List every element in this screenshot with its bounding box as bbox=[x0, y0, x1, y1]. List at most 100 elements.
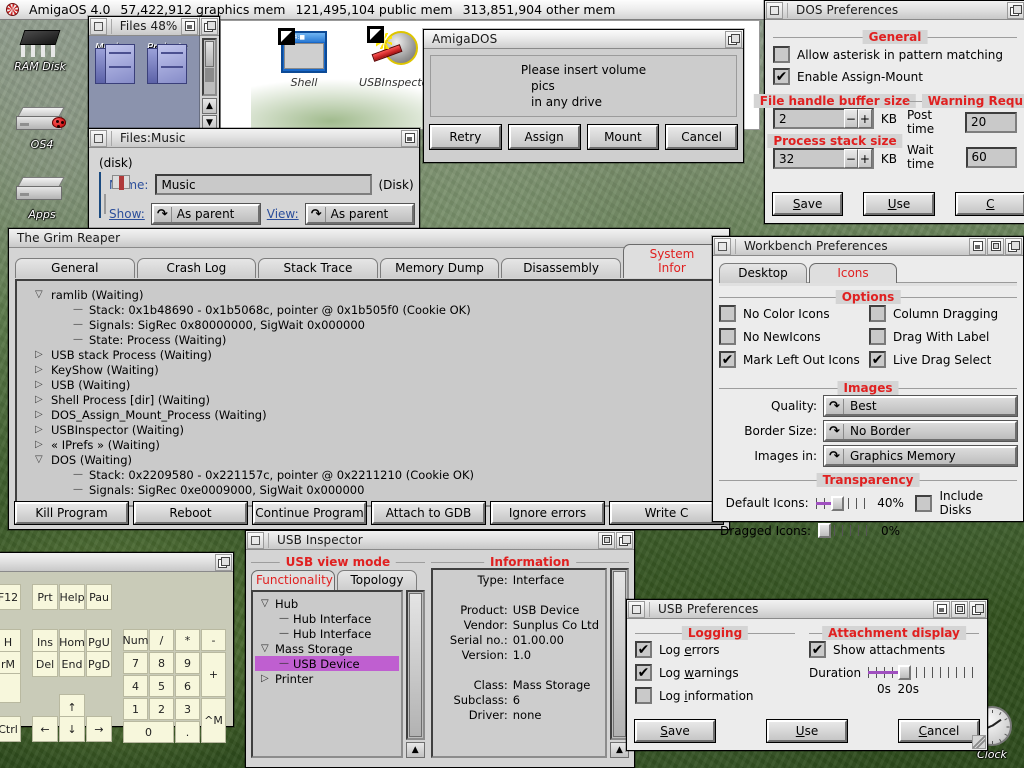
usb-inspector-titlebar[interactable]: USB Inspector bbox=[246, 531, 634, 550]
keyshow-key[interactable] bbox=[0, 673, 21, 703]
depth-gadget[interactable] bbox=[215, 554, 232, 571]
keyshow-key[interactable]: Del bbox=[32, 651, 58, 677]
cancel-button[interactable]: C bbox=[956, 193, 1024, 215]
tab-system-info[interactable]: System Infor bbox=[623, 244, 721, 278]
include-disks-checkbox[interactable] bbox=[915, 495, 932, 512]
tree-expand-open-icon[interactable]: ▽ bbox=[261, 598, 275, 609]
close-gadget[interactable] bbox=[714, 238, 731, 255]
image-setting-cycle-gadget[interactable]: ↷Graphics Memory bbox=[824, 446, 1017, 466]
process-tree-row[interactable]: —Signals: SigRec 0xe0009000, SigWait 0x0… bbox=[21, 482, 717, 497]
tree-expand-open-icon[interactable]: ▽ bbox=[35, 289, 51, 300]
usb-device-tree[interactable]: ▽Hub—Hub Interface—Hub Interface▽Mass St… bbox=[251, 590, 403, 758]
dragged-icons-slider[interactable] bbox=[818, 523, 874, 538]
option-row[interactable]: ✔Mark Left Out Icons bbox=[719, 351, 869, 368]
scrollbar-knob[interactable] bbox=[205, 41, 214, 67]
process-tree-row[interactable]: ▷DOS_Assign_Mount_Process (Waiting) bbox=[21, 407, 717, 422]
window-amigados-requester[interactable]: AmigaDOS Please insert volume pics in an… bbox=[423, 29, 744, 163]
workbench-prefs-titlebar[interactable]: Workbench Preferences bbox=[713, 237, 1023, 256]
tab-icons[interactable]: Icons bbox=[809, 263, 897, 283]
post-time-input[interactable]: 20 bbox=[965, 112, 1017, 133]
continue-program-button[interactable]: Continue Program bbox=[253, 502, 366, 524]
option-row[interactable]: No NewIcons bbox=[719, 328, 869, 345]
tree-expand-closed-icon[interactable]: ▷ bbox=[35, 394, 51, 405]
usb-view-tabbar[interactable]: Functionality Topology bbox=[251, 567, 425, 589]
usb-tree-row[interactable]: —USB Device bbox=[255, 656, 399, 671]
keyshow-key[interactable]: ← bbox=[32, 716, 58, 742]
reboot-button[interactable]: Reboot bbox=[134, 502, 247, 524]
process-stack-input[interactable]: 32 − + bbox=[773, 148, 874, 169]
option-checkbox[interactable]: ✔ bbox=[869, 351, 886, 368]
tab-disassembly[interactable]: Disassembly bbox=[501, 258, 621, 278]
desktop-icon-ram-disk[interactable]: RAM Disk bbox=[2, 28, 78, 73]
logging-option-row[interactable]: ✔Log warnings bbox=[635, 664, 795, 681]
keyshow-key[interactable]: 6 bbox=[175, 675, 200, 697]
image-setting-cycle-gadget[interactable]: ↷Best bbox=[824, 396, 1017, 416]
window-usb-preferences[interactable]: USB Preferences Logging ✔Log errors✔Log … bbox=[626, 599, 988, 751]
keyshow-key[interactable]: 9 bbox=[175, 652, 200, 674]
files-icon-projects[interactable]: Projects bbox=[147, 42, 187, 53]
process-tree-row[interactable]: —Stack: 0x2209580 - 0x221157c, pointer @… bbox=[21, 467, 717, 482]
keyshow-key[interactable]: 4 bbox=[123, 675, 148, 697]
tree-expand-closed-icon[interactable]: ▷ bbox=[35, 364, 51, 375]
retry-button[interactable]: Retry bbox=[430, 125, 501, 149]
tab-memory-dump[interactable]: Memory Dump bbox=[380, 258, 500, 278]
keyshow-key[interactable]: F12 bbox=[0, 584, 21, 610]
depth-gadget[interactable] bbox=[1007, 2, 1024, 19]
keyshow-key[interactable]: End bbox=[59, 651, 85, 677]
files-scrollbar-column[interactable]: ▲ ▼ bbox=[200, 16, 220, 136]
logging-option-checkbox[interactable] bbox=[635, 687, 652, 704]
option-checkbox[interactable] bbox=[719, 305, 736, 322]
process-tree-row[interactable]: ▽DOS (Waiting) bbox=[21, 452, 717, 467]
iconify-gadget[interactable] bbox=[969, 238, 986, 255]
keyshow-key[interactable]: PgD bbox=[86, 651, 112, 677]
amiga-boing-ball-icon[interactable] bbox=[6, 3, 19, 16]
process-tree-row[interactable]: —Stack: 0x1b48690 - 0x1b5068c, pointer @… bbox=[21, 302, 717, 317]
files-titlebar[interactable]: Files 48% full, bbox=[89, 17, 217, 36]
tree-expand-closed-icon[interactable]: ▷ bbox=[35, 379, 51, 390]
close-gadget[interactable] bbox=[90, 130, 107, 147]
process-tree-row[interactable]: —State: Process (Waiting) bbox=[21, 332, 717, 347]
file-handle-increment-button[interactable]: + bbox=[858, 109, 872, 128]
tree-expand-open-icon[interactable]: ▽ bbox=[35, 454, 51, 465]
slider-knob[interactable] bbox=[818, 523, 831, 538]
logging-option-row[interactable]: Log information bbox=[635, 687, 795, 704]
option-checkbox[interactable]: ✔ bbox=[719, 351, 736, 368]
keyshow-key[interactable]: Help bbox=[59, 584, 85, 610]
tab-desktop[interactable]: Desktop bbox=[719, 263, 807, 283]
window-files-music[interactable]: Files:Music (disk) Name: Music (Disk) Sh… bbox=[88, 128, 420, 234]
file-handle-buffer-input[interactable]: 2 − + bbox=[773, 108, 874, 129]
process-tree-row[interactable]: ▷Shell Process [dir] (Waiting) bbox=[21, 392, 717, 407]
tab-stack-trace[interactable]: Stack Trace bbox=[258, 258, 378, 278]
tab-functionality[interactable]: Functionality bbox=[251, 570, 335, 590]
tree-expand-closed-icon[interactable]: ▷ bbox=[35, 439, 51, 450]
show-cycle-gadget[interactable]: ↷ As parent bbox=[152, 204, 260, 224]
usb-prefs-titlebar[interactable]: USB Preferences bbox=[627, 600, 987, 619]
tree-expand-closed-icon[interactable]: ▷ bbox=[35, 409, 51, 420]
keyshow-key[interactable]: → bbox=[86, 716, 112, 742]
grim-reaper-tabbar[interactable]: General Crash Log Stack Trace Memory Dum… bbox=[15, 253, 723, 277]
tree-expand-closed-icon[interactable]: ▷ bbox=[35, 424, 51, 435]
window-workbench-preferences[interactable]: Workbench Preferences Desktop Icons Opti… bbox=[712, 236, 1024, 522]
usb-tree-row[interactable]: ▷Printer bbox=[255, 671, 399, 686]
files-icon-music[interactable]: Music bbox=[95, 42, 123, 53]
allow-asterisk-row[interactable]: Allow asterisk in pattern matching bbox=[773, 46, 1017, 63]
desktop-icon-apps[interactable]: Apps bbox=[4, 176, 80, 221]
depth-gadget[interactable] bbox=[725, 31, 742, 48]
process-tree-row[interactable]: ▷« IPrefs » (Waiting) bbox=[21, 437, 717, 452]
cancel-button[interactable]: Cancel bbox=[666, 125, 737, 149]
assign-button[interactable]: Assign bbox=[509, 125, 580, 149]
keyshow-key[interactable]: . bbox=[175, 721, 200, 743]
grim-reaper-titlebar[interactable]: The Grim Reaper bbox=[9, 229, 729, 248]
attach-to-gdb-button[interactable]: Attach to GDB bbox=[372, 502, 485, 524]
mount-button[interactable]: Mount bbox=[588, 125, 659, 149]
process-tree-row[interactable]: ▷KeyShow (Waiting) bbox=[21, 362, 717, 377]
show-attachments-checkbox[interactable]: ✔ bbox=[809, 641, 826, 658]
save-button[interactable]: Save bbox=[773, 193, 842, 215]
usb-tree-row[interactable]: ▽Mass Storage bbox=[255, 641, 399, 656]
tree-expand-closed-icon[interactable]: ▷ bbox=[35, 349, 51, 360]
workbench-prefs-tabbar[interactable]: Desktop Icons bbox=[719, 260, 1017, 282]
close-gadget[interactable] bbox=[247, 532, 264, 549]
keyshow-key[interactable]: Pau bbox=[86, 584, 112, 610]
process-tree-row[interactable]: ▷USBInspector (Waiting) bbox=[21, 422, 717, 437]
window-grim-reaper[interactable]: The Grim Reaper General Crash Log Stack … bbox=[8, 228, 730, 530]
